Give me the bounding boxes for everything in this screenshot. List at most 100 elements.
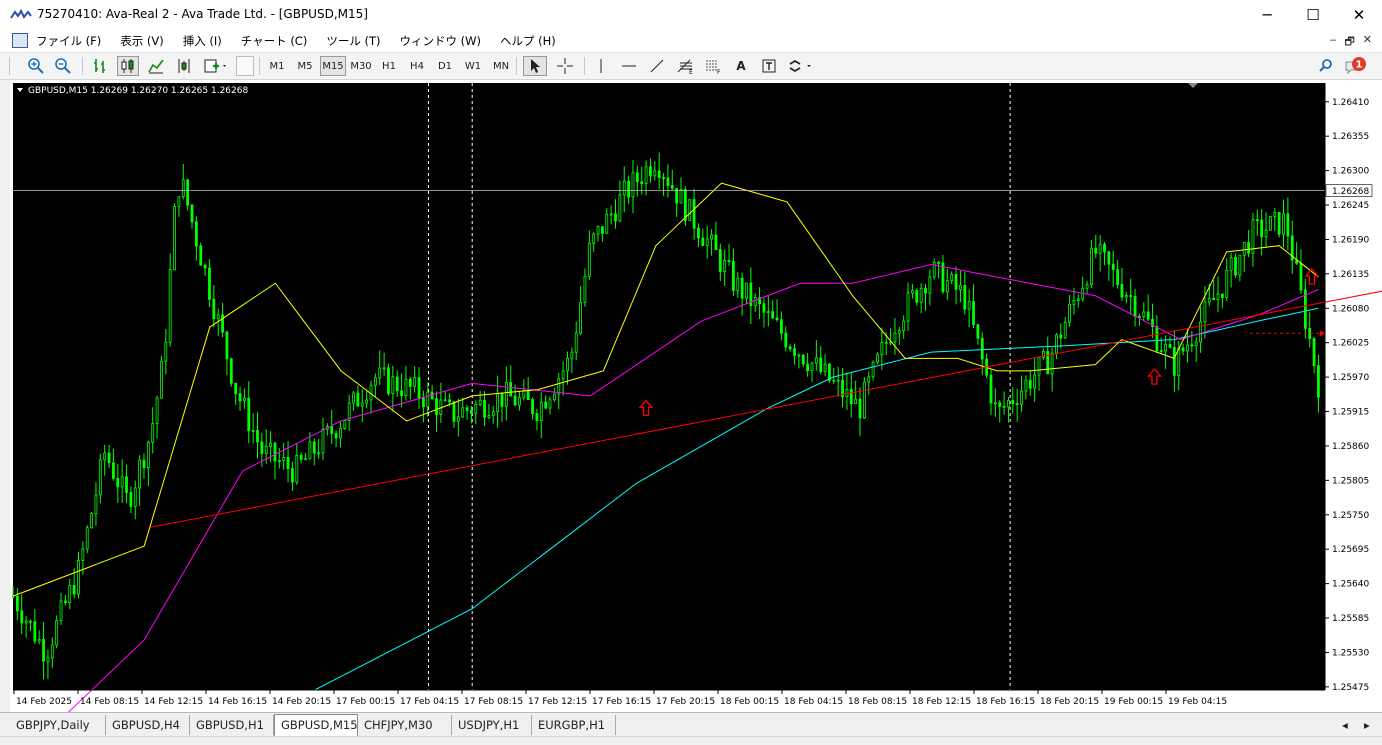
- text-icon[interactable]: A: [730, 56, 752, 76]
- candle-body: [662, 177, 665, 179]
- maximize-button[interactable]: ☐: [1290, 0, 1336, 30]
- search-icon[interactable]: [1316, 56, 1336, 76]
- candle-body: [849, 389, 853, 405]
- fibo-fan-icon[interactable]: F: [702, 56, 724, 76]
- bar-chart-icon[interactable]: [90, 56, 110, 76]
- candle-body: [42, 639, 45, 662]
- tab-chfjpy-m30[interactable]: CHFJPY,M30: [358, 715, 452, 735]
- fibonacci-icon[interactable]: E: [674, 56, 696, 76]
- line-chart-icon[interactable]: [146, 56, 166, 76]
- price-tick-label: 1.25915: [1332, 408, 1369, 418]
- cursor-icon[interactable]: [523, 56, 547, 76]
- candle-body: [1138, 315, 1141, 318]
- candle-body: [1277, 212, 1281, 235]
- crosshair-icon[interactable]: [554, 56, 576, 76]
- menu-item-1[interactable]: 表示 (V): [120, 33, 164, 49]
- arrows-icon[interactable]: [786, 56, 816, 76]
- document-icon[interactable]: [12, 33, 28, 48]
- tab-eurgbp-h1[interactable]: EURGBP,H1: [532, 715, 616, 735]
- autoscroll-icon[interactable]: [174, 56, 194, 76]
- indicator-add-icon[interactable]: [202, 56, 230, 76]
- period-w1-button[interactable]: W1: [460, 56, 486, 76]
- period-h1-button[interactable]: H1: [376, 56, 402, 76]
- tab-gbpusd-m15[interactable]: GBPUSD,M15: [274, 714, 358, 737]
- zoom-out-icon[interactable]: [53, 56, 73, 76]
- candle-body: [391, 376, 395, 394]
- close-button[interactable]: ✕: [1336, 0, 1382, 30]
- candle-body: [771, 311, 775, 319]
- candle-body: [378, 367, 382, 379]
- tab-scroll-right-button[interactable]: ▸: [1358, 715, 1376, 735]
- period-m1-button[interactable]: M1: [264, 56, 290, 76]
- trendline-icon[interactable]: [646, 56, 668, 76]
- candle-body: [465, 407, 469, 411]
- candle-body: [801, 354, 805, 365]
- candle-body: [548, 399, 552, 409]
- period-m15-button[interactable]: M15: [320, 56, 346, 76]
- candle-body: [330, 426, 334, 434]
- candle-body: [295, 454, 299, 483]
- tab-gbpusd-h4[interactable]: GBPUSD,H4: [106, 715, 190, 735]
- candle-body: [238, 393, 242, 402]
- menu-item-6[interactable]: ヘルプ (H): [500, 33, 556, 49]
- menu-item-0[interactable]: ファイル (F): [36, 33, 101, 49]
- svg-text:F: F: [717, 69, 721, 75]
- vertical-line-icon[interactable]: [590, 56, 612, 76]
- candle-body: [574, 332, 578, 353]
- menu-item-5[interactable]: ウィンドウ (W): [399, 33, 481, 49]
- candle-body: [321, 428, 325, 454]
- candle-body: [1155, 326, 1159, 351]
- horizontal-line-icon[interactable]: [618, 56, 640, 76]
- zoom-in-icon[interactable]: [26, 56, 46, 76]
- candle-body: [483, 399, 486, 418]
- text-label-icon[interactable]: [758, 56, 780, 76]
- period-m5-button[interactable]: M5: [292, 56, 318, 76]
- candle-body: [487, 415, 491, 418]
- candle-body: [924, 287, 927, 294]
- candle-body: [229, 358, 233, 384]
- mdi-close-button[interactable]: ✕: [1363, 33, 1372, 52]
- candle-body: [24, 620, 28, 624]
- candle-body: [356, 392, 360, 407]
- price-tick-label: 1.26025: [1332, 339, 1369, 349]
- minimize-button[interactable]: ─: [1244, 0, 1290, 30]
- tab-gbpusd-h1[interactable]: GBPUSD,H1: [190, 715, 274, 735]
- candle-body: [72, 584, 76, 595]
- notification-icon[interactable]: 1: [1342, 56, 1370, 76]
- chart-window[interactable]: 1.26410 1.26355 1.26300 1.26245 1.26190 1.261…: [10, 80, 1382, 712]
- period-h4-button[interactable]: H4: [404, 56, 430, 76]
- candle-body: [334, 432, 338, 439]
- candle-body: [417, 377, 421, 399]
- period-mn-button[interactable]: MN: [488, 56, 514, 76]
- candle-body: [112, 462, 115, 479]
- candle-body: [867, 376, 871, 383]
- tab-usdjpy-h1[interactable]: USDJPY,H1: [452, 715, 532, 735]
- menu-item-3[interactable]: チャート (C): [241, 33, 308, 49]
- tab-gbpjpy-daily[interactable]: GBPJPY,Daily: [10, 715, 106, 735]
- price-tick-label: 1.26080: [1332, 304, 1369, 314]
- candle-chart-icon[interactable]: [117, 56, 139, 76]
- candle-body: [1286, 213, 1290, 237]
- tab-scroll-left-button[interactable]: ◂: [1336, 715, 1354, 735]
- menu-item-2[interactable]: 挿入 (I): [183, 33, 222, 49]
- candle-body: [203, 264, 207, 269]
- candle-body: [496, 393, 500, 413]
- candle-body: [216, 314, 220, 320]
- candle-body: [858, 398, 862, 419]
- price-chart[interactable]: 1.26410 1.26355 1.26300 1.26245 1.26190 1.261…: [10, 80, 1382, 712]
- template-button[interactable]: [236, 56, 254, 76]
- mdi-minimize-button[interactable]: ‒: [1329, 33, 1336, 52]
- candle-body: [395, 376, 399, 392]
- candle-body: [504, 382, 508, 407]
- candle-body: [251, 430, 255, 432]
- price-tick-label: 1.25475: [1332, 683, 1369, 693]
- period-d1-button[interactable]: D1: [432, 56, 458, 76]
- period-m30-button[interactable]: M30: [348, 56, 374, 76]
- candle-body: [1159, 350, 1163, 352]
- price-tick-label: 1.25970: [1332, 373, 1369, 383]
- candle-body: [631, 172, 635, 198]
- mdi-restore-button[interactable]: 🗗: [1344, 33, 1354, 52]
- time-tick-label: 17 Feb 00:15: [336, 697, 395, 707]
- time-tick-label: 18 Feb 04:15: [784, 697, 843, 707]
- menu-item-4[interactable]: ツール (T): [326, 33, 380, 49]
